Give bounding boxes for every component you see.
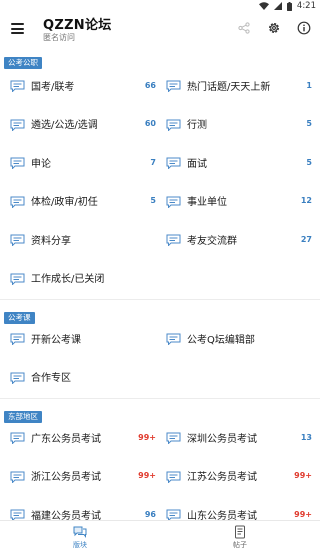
forum-item-label: 广东公务员考试 bbox=[31, 433, 101, 445]
chat-bubble-icon bbox=[10, 333, 25, 345]
chat-bubble-icon bbox=[10, 372, 25, 384]
chat-bubble-icon bbox=[10, 119, 25, 131]
forum-item-label: 遴选/公选/选调 bbox=[31, 120, 98, 132]
forum-item[interactable]: 事业单位 12 bbox=[160, 182, 320, 221]
chat-bubble-icon bbox=[10, 273, 25, 285]
forum-item[interactable]: 浙江公务员考试 99+ bbox=[0, 457, 160, 496]
section-gongkao-gongzhi: 公考公职 国考/联考 66 热门话题/天天上新 1 遴选/公选/选调 60 行测 5 申… bbox=[0, 48, 320, 307]
forum-item-count: 99+ bbox=[294, 471, 312, 481]
section-gongkao-course: 公考课 开新公考课 公考Q坛编辑部 合作专区 bbox=[0, 303, 320, 406]
menu-button[interactable] bbox=[11, 23, 24, 34]
forum-item-count: 99+ bbox=[138, 432, 156, 442]
chat-bubble-icon bbox=[166, 509, 181, 520]
chat-bubble-icon bbox=[10, 80, 25, 92]
share-icon[interactable] bbox=[236, 20, 252, 36]
forum-item-label: 面试 bbox=[187, 158, 207, 170]
forum-item[interactable]: 热门话题/天天上新 1 bbox=[160, 66, 320, 105]
forum-item-count: 12 bbox=[300, 196, 312, 206]
forum-item-label: 国考/联考 bbox=[31, 81, 75, 93]
chat-bubble-icon bbox=[166, 80, 181, 92]
forum-item[interactable]: 考友交流群 27 bbox=[160, 220, 320, 259]
chat-bubble-icon bbox=[166, 432, 181, 444]
forum-item-count: 27 bbox=[300, 234, 312, 244]
forum-icon bbox=[73, 526, 87, 538]
forum-item-label: 公考Q坛编辑部 bbox=[187, 334, 255, 346]
forum-item[interactable]: 面试 5 bbox=[160, 143, 320, 182]
forum-item[interactable]: 申论 7 bbox=[0, 143, 160, 182]
chat-bubble-icon bbox=[10, 471, 25, 483]
forum-item-label: 资料分享 bbox=[31, 235, 71, 247]
section-east-region: 东部地区 广东公务员考试 99+ 深圳公务员考试 13 浙江公务员考试 99+ 江苏公… bbox=[0, 402, 320, 520]
forum-list: 公考公职 国考/联考 66 热门话题/天天上新 1 遴选/公选/选调 60 行测 5 申… bbox=[0, 48, 320, 520]
forum-item[interactable]: 公考Q坛编辑部 bbox=[160, 319, 320, 358]
forum-item[interactable]: 行测 5 bbox=[160, 105, 320, 144]
chat-bubble-icon bbox=[10, 432, 25, 444]
forum-item-label: 合作专区 bbox=[31, 373, 71, 385]
forum-item-count: 13 bbox=[300, 432, 312, 442]
forum-item[interactable]: 工作成长/已关闭 bbox=[0, 259, 160, 298]
forum-item-label: 福建公务员考试 bbox=[31, 510, 101, 520]
chat-bubble-icon bbox=[10, 196, 25, 208]
wifi-icon bbox=[258, 2, 269, 10]
forum-item[interactable]: 资料分享 bbox=[0, 220, 160, 259]
forum-item-label: 事业单位 bbox=[187, 197, 227, 209]
chat-bubble-icon bbox=[166, 119, 181, 131]
battery-icon bbox=[286, 1, 292, 11]
page-title: QZZN论坛 bbox=[43, 18, 112, 33]
posts-icon bbox=[235, 525, 245, 539]
info-icon[interactable] bbox=[296, 20, 312, 36]
forum-item[interactable]: 江苏公务员考试 99+ bbox=[160, 457, 320, 496]
forum-item-label: 江苏公务员考试 bbox=[187, 472, 257, 484]
forum-item[interactable]: 合作专区 bbox=[0, 358, 160, 397]
chat-bubble-icon bbox=[10, 509, 25, 520]
chat-bubble-icon bbox=[10, 157, 25, 169]
forum-item-label: 考友交流群 bbox=[187, 235, 237, 247]
forum-item-count: 99+ bbox=[294, 509, 312, 519]
forum-item-count: 60 bbox=[144, 119, 156, 129]
forum-item-count: 66 bbox=[144, 80, 156, 90]
forum-item-label: 浙江公务员考试 bbox=[31, 472, 101, 484]
forum-item[interactable]: 国考/联考 66 bbox=[0, 66, 160, 105]
chat-bubble-icon bbox=[166, 471, 181, 483]
clock: 4:21 bbox=[296, 1, 316, 11]
tab-forums[interactable]: 版块 bbox=[0, 521, 160, 550]
chat-bubble-icon bbox=[166, 157, 181, 169]
forum-item-label: 热门话题/天天上新 bbox=[187, 81, 271, 93]
page-subtitle: 匿名访问 bbox=[43, 33, 75, 42]
forum-item[interactable]: 体检/政审/初任 5 bbox=[0, 182, 160, 221]
status-bar: 4:21 bbox=[0, 0, 320, 12]
forum-item-label: 工作成长/已关闭 bbox=[31, 274, 105, 286]
forum-item-count: 5 bbox=[306, 157, 312, 167]
forum-item-count: 5 bbox=[150, 196, 156, 206]
forum-item[interactable]: 山东公务员考试 99+ bbox=[160, 495, 320, 520]
chat-bubble-icon bbox=[166, 196, 181, 208]
status-icons: 4:21 bbox=[258, 0, 316, 12]
settings-icon[interactable] bbox=[266, 20, 282, 36]
forum-item-count: 1 bbox=[306, 80, 312, 90]
forum-item-label: 开新公考课 bbox=[31, 334, 81, 346]
forum-item-count: 7 bbox=[150, 157, 156, 167]
app-bar: QZZN论坛 匿名访问 bbox=[0, 12, 320, 46]
forum-item-count: 96 bbox=[144, 509, 156, 519]
forum-item[interactable]: 福建公务员考试 96 bbox=[0, 495, 160, 520]
forum-item[interactable]: 广东公务员考试 99+ bbox=[0, 418, 160, 457]
chat-bubble-icon bbox=[10, 234, 25, 246]
forum-item[interactable]: 遴选/公选/选调 60 bbox=[0, 105, 160, 144]
forum-item-label: 深圳公务员考试 bbox=[187, 433, 257, 445]
forum-item-count: 99+ bbox=[138, 471, 156, 481]
forum-item-label: 行测 bbox=[187, 120, 207, 132]
forum-item-label: 山东公务员考试 bbox=[187, 510, 257, 520]
tab-posts-label: 帖子 bbox=[233, 541, 247, 549]
forum-item-label: 申论 bbox=[31, 158, 51, 170]
forum-item-count: 5 bbox=[306, 119, 312, 129]
tab-forums-label: 版块 bbox=[73, 541, 87, 549]
signal-icon bbox=[273, 2, 282, 10]
bottom-nav: 版块 帖子 bbox=[0, 520, 320, 550]
forum-item-label: 体检/政审/初任 bbox=[31, 197, 98, 209]
forum-item[interactable]: 深圳公务员考试 13 bbox=[160, 418, 320, 457]
chat-bubble-icon bbox=[166, 234, 181, 246]
forum-item[interactable]: 开新公考课 bbox=[0, 319, 160, 358]
chat-bubble-icon bbox=[166, 333, 181, 345]
tab-posts[interactable]: 帖子 bbox=[160, 521, 320, 550]
